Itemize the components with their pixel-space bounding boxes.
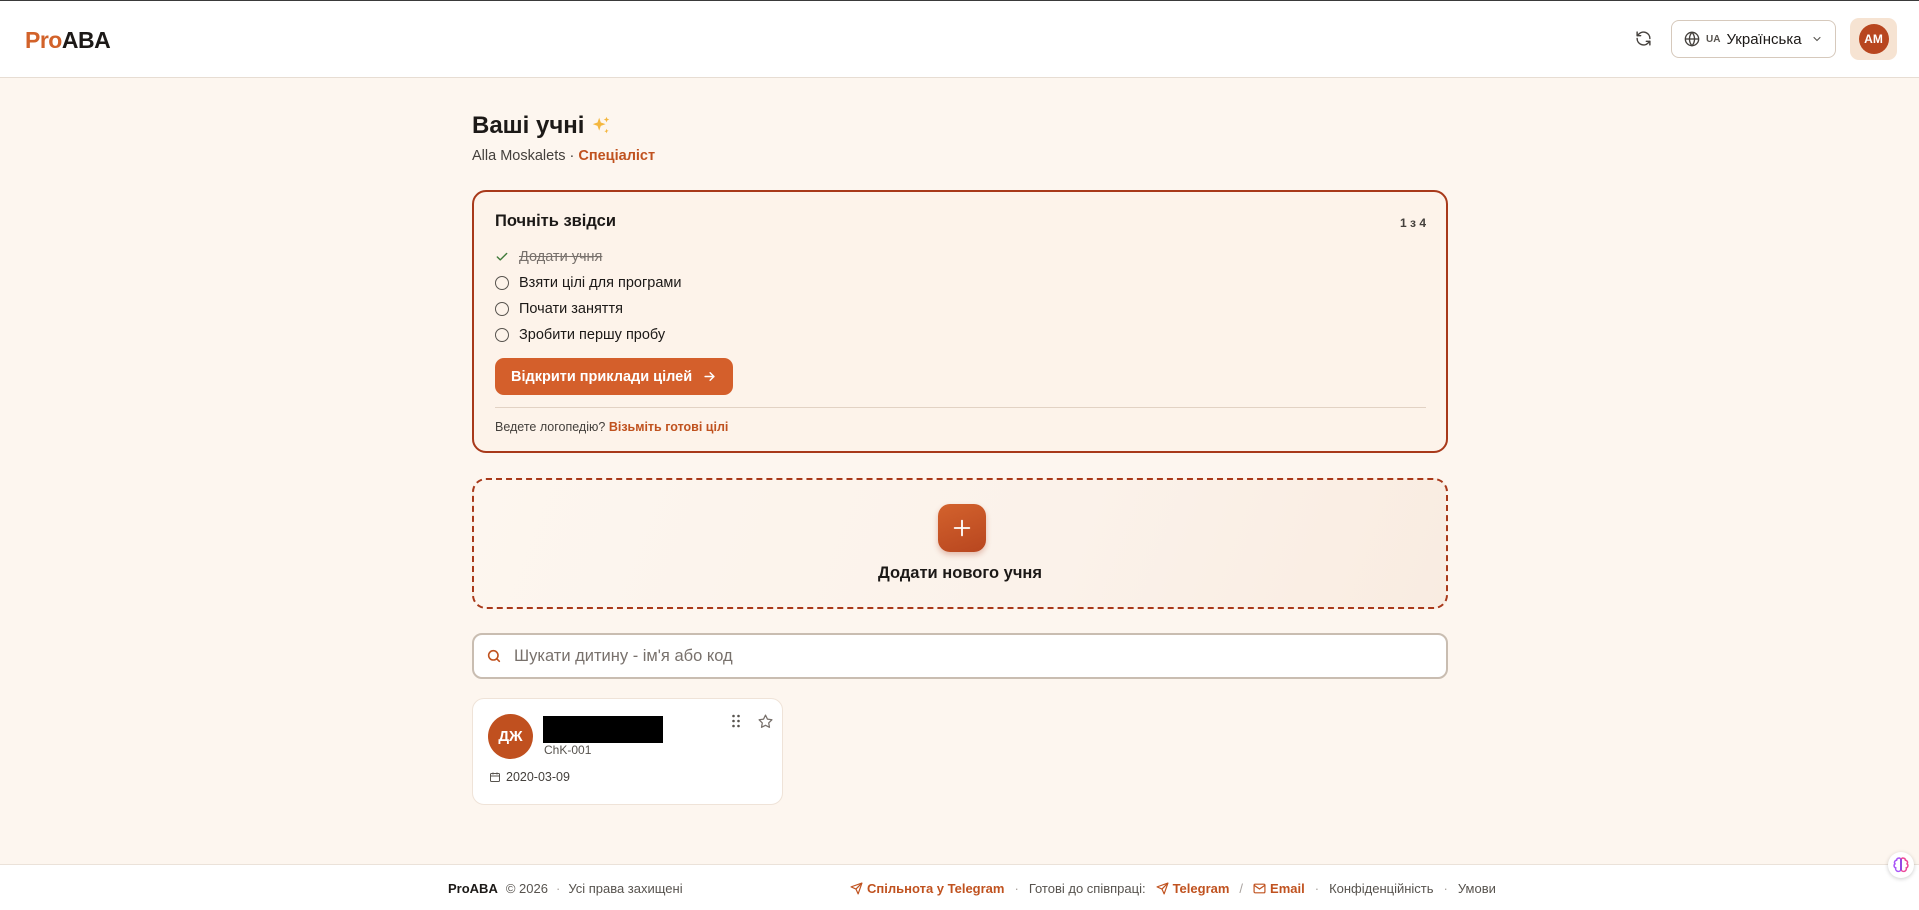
speech-therapy-note: Ведете логопедію? Візьміть готові цілі — [495, 420, 728, 434]
note-text: Ведете логопедію? — [495, 420, 606, 434]
step-label: Почати заняття — [519, 301, 623, 317]
open-goal-examples-button[interactable]: Відкрити приклади цілей — [495, 358, 734, 395]
telegram-link[interactable]: Telegram — [1156, 881, 1230, 896]
onboarding-step: Взяти цілі для програми — [495, 270, 681, 296]
cta-label: Відкрити приклади цілей — [511, 368, 693, 385]
add-student-label: Додати нового учня — [878, 564, 1042, 582]
footer: ProABA © 2026 · Усі права захищені Спіль… — [0, 864, 1919, 910]
language-select[interactable]: UA Українська — [1671, 20, 1836, 58]
search-icon — [487, 649, 501, 663]
footer-slash: / — [1239, 881, 1244, 896]
refresh-button[interactable] — [1632, 27, 1654, 49]
logo-aba: ABA — [61, 27, 111, 53]
ready-goals-link[interactable]: Візьміть готові цілі — [609, 420, 729, 434]
sparkles-icon — [593, 116, 610, 134]
user-role: Спеціаліст — [578, 148, 656, 164]
student-avatar: ДЖ — [488, 714, 533, 759]
footer-left: ProABA © 2026 · Усі права захищені — [448, 881, 683, 896]
onboarding-step: Зробити першу пробу — [495, 322, 681, 348]
step-label: Взяти цілі для програми — [519, 275, 682, 291]
footer-copyright: © 2026 — [505, 881, 548, 896]
separator: · — [569, 148, 575, 164]
student-date-text: 2020-03-09 — [506, 770, 570, 784]
divider — [495, 407, 1426, 408]
send-icon — [1156, 882, 1169, 895]
footer-right: Спільнота у Telegram · Готові до співпра… — [850, 881, 1496, 896]
student-name-redacted — [543, 716, 663, 743]
footer-dot: · — [555, 881, 561, 896]
student-code: ChK-001 — [544, 743, 592, 757]
circle-icon — [495, 328, 509, 342]
footer-brand: ProABA — [448, 881, 498, 896]
avatar: AM — [1858, 24, 1889, 54]
step-label: Додати учня — [519, 249, 603, 265]
search-box — [472, 633, 1448, 679]
onboarding-title: Почніть звідси — [495, 212, 616, 230]
footer-dot: · — [1314, 881, 1320, 896]
drag-handle-icon[interactable] — [729, 713, 743, 729]
add-student-card[interactable]: Додати нового учня — [472, 478, 1448, 609]
favorite-button[interactable] — [755, 711, 775, 731]
student-date: 2020-03-09 — [489, 770, 570, 784]
user-menu-button[interactable]: AM — [1850, 18, 1897, 60]
search-input[interactable] — [514, 646, 1414, 666]
footer-rights: Усі права захищені — [568, 881, 683, 896]
page-title: Ваші учні — [472, 112, 612, 140]
chevron-down-icon — [1813, 36, 1821, 42]
telegram-label: Telegram — [1172, 881, 1230, 896]
globe-icon — [1684, 31, 1700, 47]
privacy-link[interactable]: Конфіденційність — [1329, 881, 1433, 896]
circle-icon — [495, 302, 509, 316]
refresh-icon — [1635, 30, 1651, 46]
step-label: Зробити першу пробу — [519, 327, 666, 343]
footer-dot: · — [1443, 881, 1448, 896]
user-info: Alla Moskalets · Спеціаліст — [472, 148, 655, 164]
plus-icon — [938, 504, 986, 552]
student-card[interactable]: ДЖ ChK-001 2020-03-09 — [472, 698, 783, 805]
brain-icon — [1893, 857, 1909, 873]
calendar-icon — [490, 772, 500, 782]
onboarding-progress: 1 з 4 — [1400, 216, 1426, 230]
language-label: Українська — [1726, 30, 1802, 48]
onboarding-card: Почніть звідси 1 з 4 Додати учня Взяти ц… — [472, 190, 1448, 453]
logo-pro: Pro — [25, 27, 62, 53]
email-link[interactable]: Email — [1253, 881, 1305, 896]
telegram-community-label: Спільнота у Telegram — [867, 881, 1005, 896]
email-label: Email — [1270, 881, 1305, 896]
footer-dot: · — [1014, 881, 1019, 896]
user-name: Alla Moskalets — [472, 148, 566, 164]
cooperation-text: Готові до співпраці: — [1028, 881, 1146, 896]
star-icon — [757, 713, 773, 728]
onboarding-step: Додати учня — [495, 244, 681, 270]
onboarding-steps: Додати учня Взяти цілі для програми Поча… — [495, 244, 681, 348]
telegram-community-link[interactable]: Спільнота у Telegram — [850, 881, 1004, 896]
check-icon — [495, 250, 509, 264]
send-icon — [850, 882, 863, 895]
circle-icon — [495, 276, 509, 290]
mail-icon — [1253, 883, 1266, 894]
onboarding-step: Почати заняття — [495, 296, 681, 322]
arrow-right-icon — [704, 372, 715, 381]
page-title-text: Ваші учні — [472, 112, 585, 139]
terms-link[interactable]: Умови — [1458, 881, 1496, 896]
assistant-button[interactable] — [1888, 852, 1914, 878]
app-logo[interactable]: ProABA — [25, 27, 111, 54]
language-code: UA — [1706, 33, 1721, 45]
app-header: ProABA UA Українська AM — [0, 1, 1919, 78]
